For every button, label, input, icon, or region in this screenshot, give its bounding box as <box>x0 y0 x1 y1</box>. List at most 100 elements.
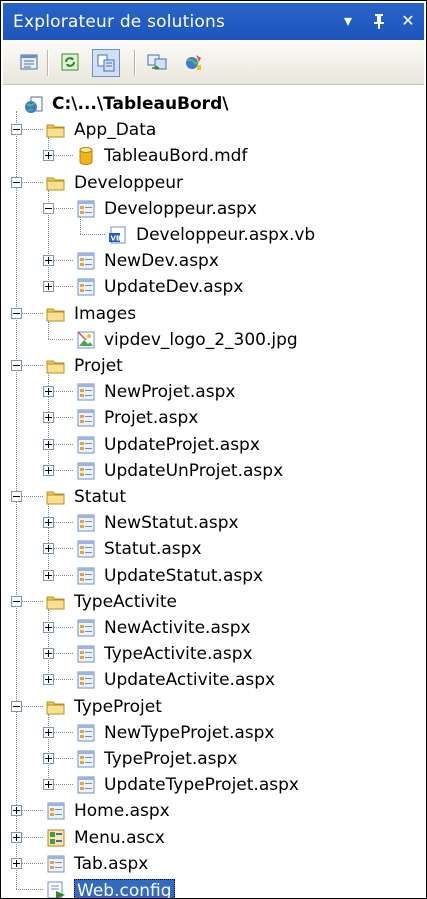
aspx-page-icon <box>75 198 97 220</box>
expand-icon[interactable] <box>43 753 54 764</box>
show-all-files-button[interactable] <box>92 49 120 77</box>
aspx-page-icon <box>75 381 97 403</box>
folder-icon <box>45 119 67 141</box>
close-icon[interactable]: ✕ <box>397 9 419 33</box>
expand-icon[interactable] <box>43 281 54 293</box>
panel-title-bar[interactable]: Explorateur de solutions ▾ ✕ <box>3 3 424 40</box>
solution-explorer-panel: Explorateur de solutions ▾ ✕ C:\...\Tabl… <box>0 0 427 899</box>
vb-file-icon: VB <box>107 224 129 246</box>
expand-icon[interactable] <box>11 831 22 843</box>
explorer-toolbar <box>3 42 424 85</box>
aspx-page-icon <box>75 460 97 482</box>
tree-item-label: vipdev_logo_2_300.jpg <box>104 329 298 350</box>
tree-item-label: TableauBord.mdf <box>104 146 248 167</box>
tree-item[interactable]: Web.config <box>3 873 424 898</box>
auto-hide-pin-icon[interactable] <box>368 9 390 33</box>
expand-icon[interactable] <box>43 150 54 162</box>
aspx-page-icon <box>75 565 97 587</box>
collapse-icon[interactable] <box>11 700 22 712</box>
aspx-page-icon <box>45 853 67 875</box>
tree-item-label: NewTypeProjet.aspx <box>104 722 275 743</box>
folder-icon <box>45 355 67 377</box>
expand-icon[interactable] <box>43 386 54 398</box>
tree-item-label: TypeProjet <box>74 696 162 717</box>
expand-icon[interactable] <box>43 255 54 267</box>
collapse-icon[interactable] <box>11 307 22 319</box>
collapse-icon[interactable] <box>11 176 22 188</box>
tree-item-label: Home.aspx <box>74 801 170 822</box>
database-icon <box>75 145 97 167</box>
tree-item-label: UpdateProjet.aspx <box>104 434 260 455</box>
collapse-icon[interactable] <box>11 595 22 607</box>
tree-item-label: UpdateStatut.aspx <box>104 565 264 586</box>
aspx-page-icon <box>75 669 97 691</box>
expand-icon[interactable] <box>43 674 54 686</box>
show-all-files-icon <box>95 52 117 74</box>
tree-item-label: Developpeur.aspx <box>104 198 257 219</box>
folder-icon <box>45 696 67 718</box>
aspx-page-icon <box>75 512 97 534</box>
collapse-icon[interactable] <box>43 202 54 214</box>
aspx-page-icon <box>75 748 97 770</box>
tree-item-label: Developpeur <box>74 172 183 193</box>
tree-item-label: Menu.ascx <box>74 827 165 848</box>
tree-item-label: Projet <box>74 356 123 376</box>
collapse-icon[interactable] <box>11 491 22 502</box>
tree-item-label: UpdateDev.aspx <box>104 277 244 298</box>
svg-text:VB: VB <box>111 235 122 243</box>
expand-icon[interactable] <box>43 412 54 424</box>
tree-item-label: UpdateTypeProjet.aspx <box>104 775 299 796</box>
expand-icon[interactable] <box>43 517 54 529</box>
aspx-page-icon <box>75 276 97 298</box>
aspx-page-icon <box>75 617 97 639</box>
expand-icon[interactable] <box>43 543 54 555</box>
tree-item-label: UpdateActivite.aspx <box>104 670 276 691</box>
tree-item-label: TypeActivite.aspx <box>104 644 253 665</box>
copy-website-icon <box>146 51 168 73</box>
aspx-page-icon <box>75 538 97 560</box>
tree-item-label: NewDev.aspx <box>104 251 219 272</box>
website-icon <box>23 93 45 115</box>
refresh-icon <box>59 51 81 73</box>
tree-item-label: UpdateUnProjet.aspx <box>104 460 284 481</box>
aspx-page-icon <box>75 643 97 665</box>
tree-item-label: NewActivite.aspx <box>104 618 251 638</box>
expand-icon[interactable] <box>43 779 54 791</box>
expand-icon[interactable] <box>11 805 22 817</box>
solution-tree: C:\...\TableauBord\ App_Data TableauBord.m… <box>3 87 424 898</box>
properties-button[interactable] <box>16 49 44 77</box>
properties-icon <box>18 51 40 73</box>
asp-config-button[interactable] <box>180 49 208 77</box>
folder-icon <box>45 486 67 508</box>
expand-icon[interactable] <box>43 648 54 660</box>
expand-icon[interactable] <box>43 569 54 581</box>
tree-item-label: App_Data <box>74 120 157 141</box>
refresh-button[interactable] <box>57 49 85 77</box>
tree-item-label: Images <box>74 303 137 324</box>
tree-item-label: NewStatut.aspx <box>104 513 239 534</box>
aspx-page-icon <box>75 774 97 796</box>
copy-website-button[interactable] <box>144 49 172 77</box>
folder-icon <box>45 591 67 613</box>
toolbar-separator <box>47 50 49 76</box>
aspx-page-icon <box>75 722 97 744</box>
expand-icon[interactable] <box>11 857 22 869</box>
expand-icon[interactable] <box>43 438 54 450</box>
collapse-icon[interactable] <box>11 360 22 371</box>
aspx-page-icon <box>75 250 97 272</box>
tree-item-label: Projet.aspx <box>104 408 199 429</box>
tree-item-label: TypeActivite <box>74 591 178 612</box>
expand-icon[interactable] <box>43 464 54 476</box>
collapse-icon[interactable] <box>11 124 22 136</box>
tree-item-label: Statut.aspx <box>104 539 202 560</box>
tree-item-label: NewProjet.aspx <box>104 382 236 403</box>
aspx-page-icon <box>75 434 97 456</box>
expand-icon[interactable] <box>43 726 54 738</box>
aspx-page-icon <box>75 407 97 429</box>
asp-config-icon <box>182 51 204 73</box>
window-position-dropdown-icon[interactable]: ▾ <box>337 9 359 33</box>
tree-item-label: Statut <box>74 487 126 507</box>
panel-title: Explorateur de solutions <box>13 12 226 32</box>
folder-icon <box>45 303 67 325</box>
expand-icon[interactable] <box>43 622 54 633</box>
